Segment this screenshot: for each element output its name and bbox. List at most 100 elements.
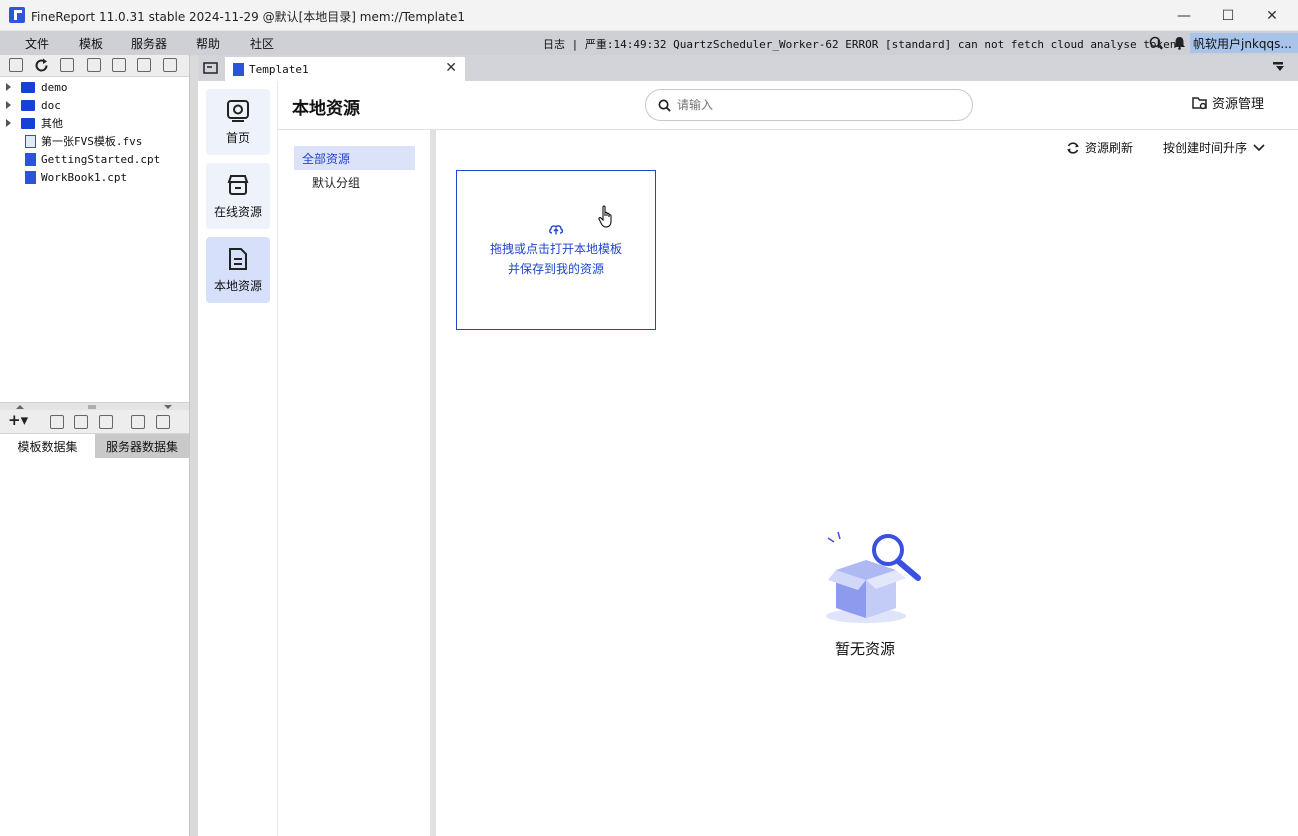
tab-strip: Template1 ✕ [198, 55, 1298, 81]
tab-list-button[interactable] [198, 57, 222, 79]
tree-item-other[interactable]: 其他 [0, 114, 189, 132]
group-list-scrollbar[interactable] [430, 130, 436, 836]
tree-item-gettingstarted[interactable]: GettingStarted.cpt [0, 150, 189, 168]
resource-management-button[interactable]: 资源管理 [1192, 93, 1264, 112]
tab-server-dataset[interactable]: 服务器数据集 [95, 434, 189, 458]
tree-item-demo[interactable]: demo [0, 78, 189, 96]
expand-arrow-icon[interactable] [6, 101, 11, 109]
cpt-file-icon [25, 170, 36, 184]
tab-list-icon [202, 61, 218, 74]
tab-template-dataset[interactable]: 模板数据集 [0, 434, 95, 458]
store-icon [227, 174, 249, 195]
cpt-file-icon [233, 62, 244, 76]
nav-label: 首页 [225, 130, 250, 145]
tab-label: Template1 [249, 62, 309, 76]
resource-manage-icon [1192, 97, 1207, 110]
menu-server[interactable]: 服务器 [131, 35, 167, 52]
menu-file[interactable]: 文件 [25, 35, 49, 52]
folder-icon [21, 81, 35, 93]
cpt-file-icon [25, 152, 36, 166]
menu-help[interactable]: 帮助 [196, 35, 220, 52]
search-input[interactable] [677, 98, 957, 112]
group-default[interactable]: 默认分组 [312, 174, 360, 191]
panel-divider[interactable] [189, 55, 198, 836]
refresh-resources-button[interactable]: 资源刷新 [1066, 139, 1133, 156]
expand-arrow-icon[interactable] [6, 119, 11, 127]
fvs-file-icon [25, 134, 36, 148]
group-all-resources[interactable]: 全部资源 [294, 146, 415, 170]
resource-center: 首页 在线资源 本地资源 本地资源 请输入 资源管理 全部资源 默认分组 资源刷… [198, 81, 1298, 836]
app-logo-icon [9, 7, 25, 23]
refresh-icon [1067, 141, 1079, 154]
delete-icon[interactable] [112, 58, 126, 72]
copy-icon[interactable] [137, 58, 151, 72]
tree-item-label: doc [41, 98, 61, 112]
panel-splitter[interactable] [0, 402, 189, 410]
user-account[interactable]: 帆软用户jnkqqs... [1190, 33, 1298, 53]
add-dataset-button[interactable]: +▾ [8, 411, 28, 429]
upload-template-card[interactable]: 拖拽或点击打开本地模板 并保存到我的资源 [456, 170, 656, 330]
settings-icon[interactable] [87, 58, 101, 72]
search-box[interactable] [645, 89, 973, 121]
tree-item-label: 第一张FVS模板.fvs [41, 135, 143, 148]
upload-hint-line2: 并保存到我的资源 [507, 261, 604, 276]
database-icon[interactable] [99, 415, 113, 429]
resource-header: 本地资源 资源管理 [278, 81, 1298, 130]
bell-icon[interactable] [1173, 36, 1186, 50]
search-icon[interactable] [1149, 36, 1163, 50]
tree-item-label: demo [41, 80, 68, 94]
empty-state-text: 暂无资源 [835, 640, 896, 658]
dataset-settings-icon[interactable] [156, 415, 170, 429]
menu-bar: 文件 模板 服务器 帮助 社区 日志 | 严重:14:49:32 QuartzS… [0, 31, 1298, 55]
expand-arrow-icon[interactable] [6, 83, 11, 91]
dataset-list [0, 458, 189, 836]
close-tab-icon[interactable]: ✕ [445, 60, 457, 76]
resource-management-label: 资源管理 [1211, 97, 1264, 112]
empty-box-illustration-icon [826, 531, 921, 623]
delete-icon[interactable] [74, 415, 88, 429]
upload-hint-line1: 拖拽或点击打开本地模板 [489, 241, 622, 256]
search-icon [658, 99, 671, 112]
tree-item-workbook1[interactable]: WorkBook1.cpt [0, 168, 189, 186]
sort-select[interactable]: 按创建时间升序 [1163, 139, 1265, 156]
tab-template1[interactable]: Template1 ✕ [225, 57, 465, 81]
folder-icon [21, 117, 35, 129]
tree-item-doc[interactable]: doc [0, 96, 189, 114]
folder-icon [21, 99, 35, 111]
refresh-label: 资源刷新 [1085, 141, 1134, 155]
minimize-button[interactable]: — [1161, 0, 1207, 31]
locate-icon[interactable] [60, 58, 74, 72]
tab-menu-icon[interactable] [1272, 61, 1284, 72]
hand-cursor-icon [598, 205, 612, 228]
cloud-upload-icon [549, 224, 564, 234]
local-file-icon [229, 247, 247, 270]
new-folder-icon[interactable] [9, 58, 23, 72]
preview-icon[interactable] [131, 415, 145, 429]
tree-item-label: WorkBook1.cpt [41, 170, 128, 184]
file-tree: demo doc 其他 第一张FVS模板.fvs GettingStarted.… [0, 77, 189, 402]
nav-label: 在线资源 [213, 204, 262, 219]
menu-community[interactable]: 社区 [250, 35, 274, 52]
lock-icon[interactable] [163, 58, 177, 72]
tree-item-label: 其他 [41, 117, 63, 130]
maximize-button[interactable]: ☐ [1205, 0, 1251, 31]
nav-home[interactable]: 首页 [206, 89, 270, 155]
log-message[interactable]: 日志 | 严重:14:49:32 QuartzScheduler_Worker-… [543, 36, 1183, 52]
menu-template[interactable]: 模板 [79, 35, 103, 52]
edit-icon[interactable] [50, 415, 64, 429]
resource-nav: 首页 在线资源 本地资源 [198, 81, 278, 836]
window-title: FineReport 11.0.31 stable 2024-11-29 @默认… [31, 10, 466, 24]
dataset-tabs: 模板数据集 服务器数据集 [0, 434, 189, 458]
tree-item-label: GettingStarted.cpt [41, 152, 161, 166]
tree-item-fvs[interactable]: 第一张FVS模板.fvs [0, 132, 189, 150]
sort-label: 按创建时间升序 [1163, 141, 1248, 155]
home-chart-icon [227, 99, 249, 122]
template-toolbar [0, 55, 189, 77]
nav-online-resources[interactable]: 在线资源 [206, 163, 270, 229]
page-title: 本地资源 [292, 99, 360, 119]
chevron-down-icon [1253, 143, 1265, 151]
left-panel: demo doc 其他 第一张FVS模板.fvs GettingStarted.… [0, 55, 189, 836]
nav-local-resources[interactable]: 本地资源 [206, 237, 270, 303]
close-window-button[interactable]: ✕ [1249, 0, 1295, 31]
refresh-icon[interactable] [34, 58, 49, 73]
